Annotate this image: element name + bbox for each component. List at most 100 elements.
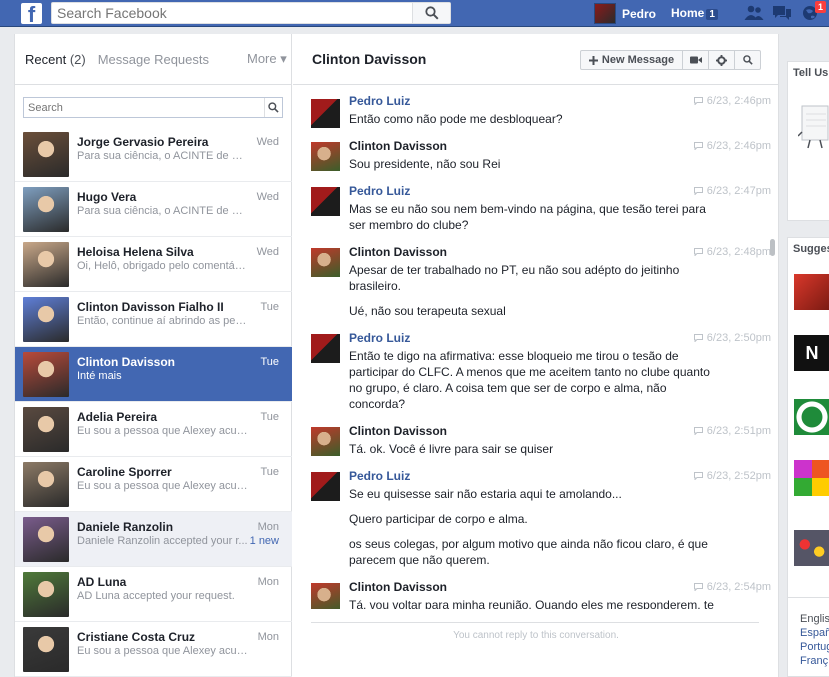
tab-recent[interactable]: Recent (2) (25, 52, 86, 67)
suggested-page-thumb[interactable] (794, 460, 829, 496)
tab-more-dropdown[interactable]: More ▾ (247, 51, 287, 67)
thread-time: Tue (260, 466, 279, 478)
message-scrollbar-thumb[interactable] (770, 239, 775, 256)
thread-snippet: AD Luna accepted your request. (77, 590, 235, 602)
search-button[interactable] (412, 3, 450, 23)
timestamp-text: 6/23, 2:52pm (706, 470, 771, 482)
chat-bubbles-icon (773, 6, 791, 20)
tell-us-title: Tell Us (793, 67, 829, 79)
suggested-page-thumb[interactable] (794, 274, 829, 310)
message-timestamp: 6/23, 2:50pm (693, 332, 771, 344)
notepad-mascot-icon (798, 105, 829, 149)
sender-name[interactable]: Pedro Luiz (349, 331, 410, 345)
thread-item[interactable]: Clinton Davisson Inté mais Tue (15, 347, 292, 402)
sender-name[interactable]: Clinton Davisson (349, 424, 447, 438)
friend-requests-button[interactable] (744, 4, 764, 22)
suggested-page-thumb[interactable] (794, 530, 829, 566)
thread-name: Caroline Sporrer (77, 465, 172, 479)
message-text: Tá. ok. Você é livre para sair se quiser (349, 442, 554, 456)
sender-avatar[interactable] (311, 427, 340, 456)
thread-item[interactable]: AD Luna AD Luna accepted your request. Mon (15, 567, 292, 622)
message-text: Então te digo na afirmativa: esse bloque… (349, 349, 679, 363)
sender-avatar[interactable] (311, 142, 340, 171)
settings-button[interactable] (708, 51, 734, 69)
global-search-box[interactable] (51, 2, 451, 24)
suggested-pages-box: Sugges N (787, 237, 829, 617)
thread-avatar (23, 572, 69, 617)
reply-bubble-icon (693, 427, 703, 436)
profile-avatar (594, 3, 616, 24)
thread-item[interactable]: Cristiane Costa Cruz Eu sou a pessoa que … (15, 622, 292, 677)
sender-name[interactable]: Clinton Davisson (349, 580, 447, 594)
thread-snippet: Para sua ciência, o ACINTE de Cl... (77, 205, 249, 217)
sender-avatar[interactable] (311, 472, 340, 501)
suggested-page-thumb[interactable]: N (794, 335, 829, 371)
thread-list-column: Recent (2) Message Requests More ▾ Jorge… (15, 34, 292, 677)
thread-item[interactable]: Daniele Ranzolin Daniele Ranzolin accepte… (15, 512, 292, 567)
message-history[interactable]: Pedro Luiz 6/23, 2:46pm Então como não pod… (293, 86, 773, 609)
facebook-logo[interactable]: f (21, 3, 42, 24)
thread-item[interactable]: Heloisa Helena Silva Oi, Helô, obrigado p… (15, 237, 292, 292)
video-call-button[interactable] (682, 51, 708, 69)
thread-item[interactable]: Jorge Gervasio Pereira Para sua ciência, … (15, 127, 292, 182)
tab-recent-label: Recent (25, 51, 67, 67)
thread-avatar (23, 517, 69, 562)
inbox-tabs: Recent (2) Message Requests More ▾ (15, 34, 291, 85)
message-text: concorda? (349, 397, 406, 411)
message-timestamp: 6/23, 2:48pm (693, 246, 771, 258)
thread-search-box[interactable] (23, 97, 283, 118)
global-search-input[interactable] (52, 3, 412, 23)
reply-bubble-icon (693, 583, 703, 592)
conversation-header: Clinton Davisson New Message (293, 34, 779, 85)
thread-name: Clinton Davisson Fialho II (77, 300, 224, 314)
language-link[interactable]: Portug (800, 640, 829, 654)
top-navigation-bar: f Pedro Home1 1 (0, 0, 829, 27)
home-count-badge: 1 (706, 9, 718, 20)
home-link[interactable]: Home 1 (671, 6, 718, 20)
thread-item[interactable]: Caroline Sporrer Eu sou a pessoa que Alex… (15, 457, 292, 512)
suggested-page-thumb[interactable] (794, 399, 829, 435)
message-text: no grupo, é claro. A coisa tem que ser d… (349, 381, 667, 395)
new-message-label: New Message (601, 54, 675, 66)
sender-avatar[interactable] (311, 248, 340, 277)
timestamp-text: 6/23, 2:50pm (706, 332, 771, 344)
thread-time: Wed (256, 191, 279, 203)
thread-time: Tue (260, 301, 279, 313)
message-text: brasileiro. (349, 279, 402, 293)
sender-avatar[interactable] (311, 187, 340, 216)
message-text: parecem que não querem. (349, 553, 490, 567)
profile-link[interactable]: Pedro (594, 3, 656, 24)
home-label: Home (671, 6, 705, 20)
sender-avatar[interactable] (311, 99, 340, 128)
new-message-button[interactable]: New Message (581, 51, 682, 69)
timestamp-text: 6/23, 2:54pm (706, 581, 771, 593)
sender-name[interactable]: Clinton Davisson (349, 139, 447, 153)
sender-name[interactable]: Pedro Luiz (349, 94, 410, 108)
conversation-toolbar: New Message (580, 50, 761, 70)
conversation-title[interactable]: Clinton Davisson (312, 51, 426, 67)
notification-count-badge: 1 (814, 1, 826, 13)
plus-icon (588, 55, 598, 65)
reply-divider (311, 622, 759, 623)
sender-name[interactable]: Clinton Davisson (349, 245, 447, 259)
conversation-search-button[interactable] (734, 51, 760, 69)
notifications-button[interactable]: 1 (800, 1, 826, 22)
thread-search-input[interactable] (24, 98, 260, 117)
thread-search-button[interactable] (264, 98, 282, 117)
sender-avatar[interactable] (311, 583, 340, 609)
messages-button[interactable] (772, 4, 792, 22)
thread-avatar (23, 352, 69, 397)
language-link[interactable]: Franç (800, 654, 829, 668)
thread-time: Mon (257, 521, 279, 533)
sender-name[interactable]: Pedro Luiz (349, 469, 410, 483)
tab-message-requests[interactable]: Message Requests (98, 52, 209, 67)
language-link[interactable]: Españ (800, 626, 829, 640)
thread-item[interactable]: Clinton Davisson Fialho II Então, continu… (15, 292, 292, 347)
language-link[interactable]: English (800, 612, 829, 626)
sender-avatar[interactable] (311, 334, 340, 363)
thread-item[interactable]: Hugo Vera Para sua ciência, o ACINTE de C… (15, 182, 292, 237)
reply-bubble-icon (693, 187, 703, 196)
thread-item[interactable]: Adelia Pereira Eu sou a pessoa que Alexey… (15, 402, 292, 457)
timestamp-text: 6/23, 2:47pm (706, 185, 771, 197)
sender-name[interactable]: Pedro Luiz (349, 184, 410, 198)
